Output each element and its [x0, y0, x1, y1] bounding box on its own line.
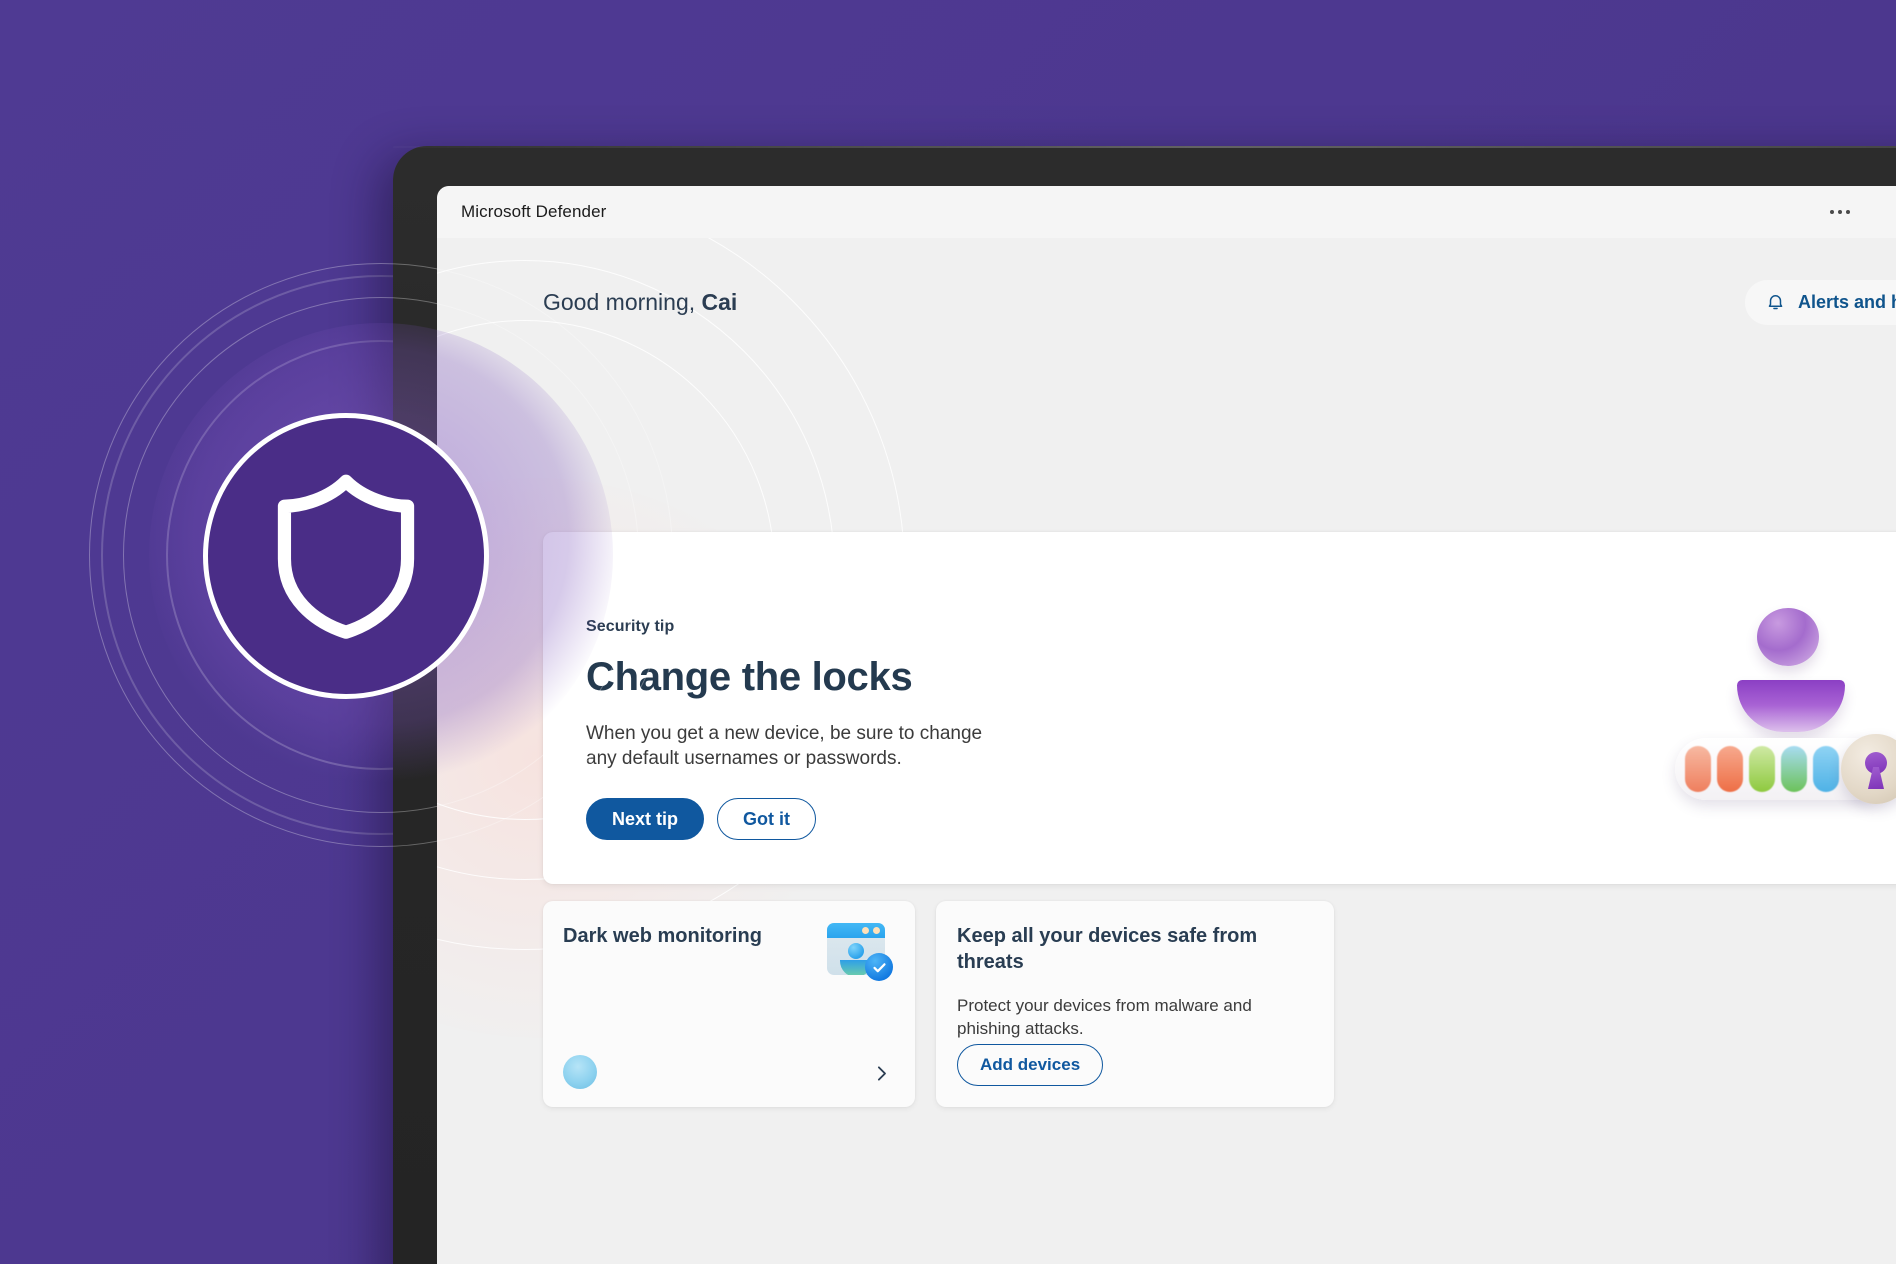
browser-profile-verified-icon — [827, 921, 893, 981]
illustration-segment — [1813, 746, 1839, 792]
chevron-right-icon — [877, 1065, 886, 1081]
alerts-and-history-button[interactable]: Alerts and history — [1744, 280, 1896, 325]
add-devices-button[interactable]: Add devices — [957, 1044, 1104, 1086]
got-it-button[interactable]: Got it — [717, 798, 817, 841]
dark-web-open-button[interactable] — [861, 1053, 901, 1093]
titlebar-actions — [1823, 194, 1896, 230]
security-tip-body: Security tip Change the locks When you g… — [586, 618, 986, 841]
device-card-description: Protect your devices from malware and ph… — [957, 996, 1252, 1038]
illustration-segment — [1717, 746, 1743, 792]
illustration-person-head — [1757, 608, 1819, 666]
security-tip-description: When you get a new device, be sure to ch… — [586, 723, 983, 770]
ellipsis-icon — [1830, 210, 1850, 214]
window-titlebar: Microsoft Defender — [437, 186, 1896, 238]
laptop-device: Microsoft Defender Good morning, Cai Ale… — [393, 146, 1896, 1264]
page-title: Good morning, Cai — [543, 289, 737, 316]
illustration-segment — [1749, 746, 1775, 792]
bell-icon — [1768, 295, 1783, 310]
greeting-prefix: Good morning, — [543, 289, 702, 315]
device-protection-card: Keep all your devices safe from threats … — [936, 901, 1334, 1107]
defender-app-window: Microsoft Defender Good morning, Cai Ale… — [437, 186, 1896, 1264]
screenshot-stage: Microsoft Defender Good morning, Cai Ale… — [0, 0, 1896, 1264]
security-tip-eyebrow: Security tip — [586, 618, 675, 635]
greeting-username: Cai — [701, 289, 738, 315]
next-tip-button[interactable]: Next tip — [586, 798, 705, 841]
illustration-segment — [1781, 746, 1807, 792]
illustration-person-body — [1737, 680, 1845, 732]
greeting-row: Good morning, Cai Alerts and history — [543, 280, 1896, 325]
illustration-segment — [1685, 746, 1711, 792]
help-button[interactable] — [1891, 195, 1896, 229]
security-tip-title: Change the locks — [586, 655, 913, 699]
security-tip-card: Security tip Change the locks When you g… — [543, 532, 1896, 884]
dark-web-card-title: Dark web monitoring — [563, 925, 762, 947]
browser-titlebar-shape — [827, 923, 885, 938]
verified-check-icon — [865, 953, 893, 981]
security-tip-actions: Next tip Got it — [586, 798, 986, 841]
bezel-highlight — [393, 146, 1896, 148]
app-title: Microsoft Defender — [461, 202, 607, 221]
alerts-button-label: Alerts and history — [1797, 292, 1896, 312]
profile-head-shape — [848, 943, 864, 959]
device-card-title: Keep all your devices safe from threats — [957, 925, 1258, 973]
more-options-button[interactable] — [1823, 195, 1857, 229]
dark-web-monitoring-card[interactable]: Dark web monitoring — [543, 901, 915, 1107]
dark-web-user-avatar — [563, 1055, 597, 1089]
lock-illustration — [1675, 608, 1896, 808]
app-content: Good morning, Cai Alerts and history Sec… — [437, 238, 1896, 1264]
